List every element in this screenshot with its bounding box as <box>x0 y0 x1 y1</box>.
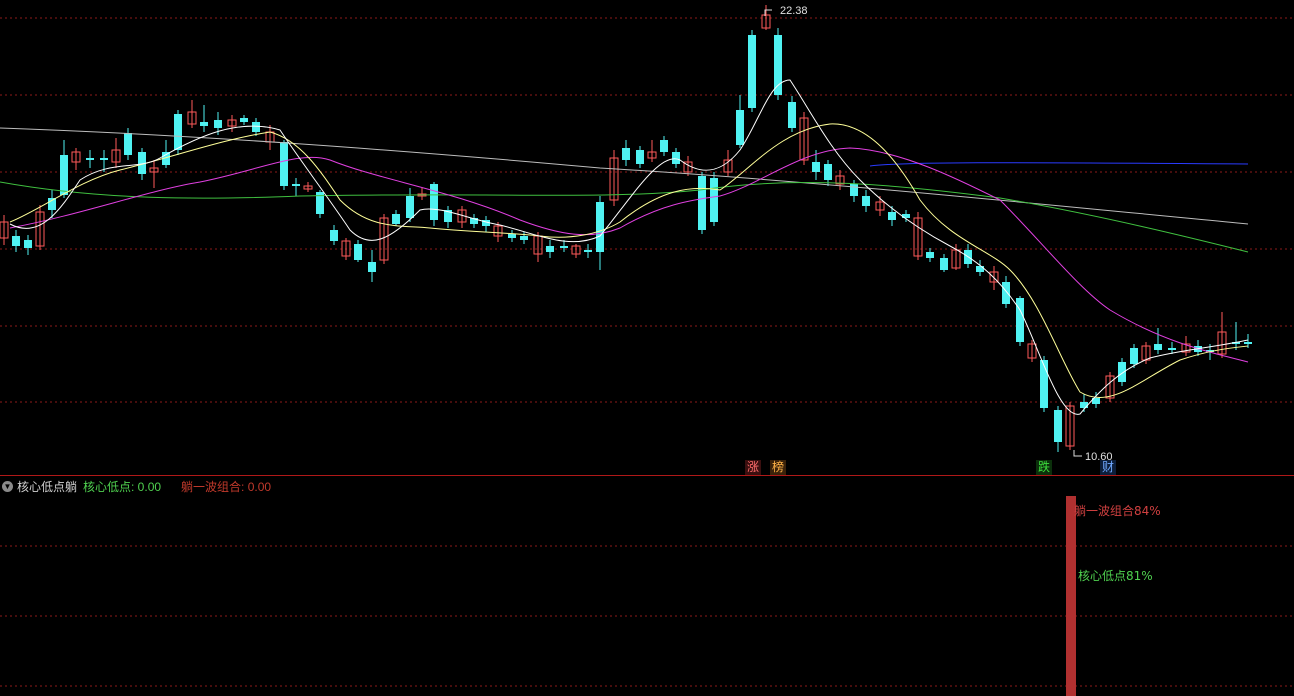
candle-body <box>368 262 376 272</box>
candle-body <box>430 184 438 220</box>
candle-body <box>596 202 604 252</box>
candle-body <box>584 250 592 252</box>
bar-label-combo: 躺一波组合84% <box>1074 504 1161 518</box>
candle-body <box>292 184 300 186</box>
indicator-title[interactable]: 核心低点躺 <box>17 478 77 495</box>
candle-body <box>280 142 288 186</box>
ma5-line <box>9 79 1249 415</box>
candle-body <box>1130 348 1138 364</box>
candle-body <box>124 133 132 155</box>
candle-body <box>788 102 796 128</box>
ma20-line <box>9 147 1249 363</box>
tag-bang[interactable]: 榜 <box>770 460 787 475</box>
candle-body <box>636 150 644 164</box>
indicator-value-combo: 躺一波组合: 0.00 <box>181 479 272 494</box>
candle-body <box>736 110 744 145</box>
candle-body <box>824 164 832 180</box>
candle-body <box>710 178 718 222</box>
candle-body <box>330 230 338 241</box>
candle-body <box>660 140 668 152</box>
candle-body <box>392 214 400 224</box>
candle-body <box>1054 410 1062 442</box>
candle-body <box>12 236 20 246</box>
candle-body <box>1040 360 1048 408</box>
indicator-header: ▼ 核心低点躺 核心低点: 0.00 躺一波组合: 0.00 <box>0 477 271 495</box>
candle-body <box>622 148 630 160</box>
candle-body <box>508 234 516 238</box>
candle-body <box>862 196 870 206</box>
tag-cai[interactable]: 财 <box>1100 460 1117 475</box>
low-marker-line <box>1073 450 1082 457</box>
candle-body <box>940 258 948 270</box>
ma60-line <box>0 181 1249 253</box>
candle-body <box>406 196 414 218</box>
indicator-value-core-low: 核心低点: 0.00 <box>83 479 162 494</box>
candle-body <box>520 236 528 240</box>
candle-body <box>252 122 260 132</box>
candle-body <box>546 246 554 252</box>
candle-body <box>748 35 756 108</box>
candlestick-chart[interactable]: 22.38 10.60 <box>0 0 1294 476</box>
ma250-line <box>869 162 1249 167</box>
candle-body <box>24 240 32 248</box>
candle-body <box>1168 348 1176 350</box>
candle-body <box>560 246 568 248</box>
candle-body <box>1080 402 1088 408</box>
tag-zhang[interactable]: 涨 <box>745 460 762 475</box>
candle-body <box>672 152 680 164</box>
high-price-label: 22.38 <box>780 5 808 17</box>
candle-body <box>1118 362 1126 382</box>
candle-body <box>926 252 934 258</box>
candle-body <box>100 158 108 160</box>
candle-body <box>240 118 248 122</box>
bar-label-core-low: 核心低点81% <box>1078 569 1153 583</box>
candle-body <box>200 122 208 126</box>
candle-body <box>354 244 362 260</box>
candle-body <box>976 266 984 272</box>
candle-body <box>812 162 820 172</box>
candle-body <box>1244 342 1252 344</box>
collapse-chevron-icon[interactable]: ▼ <box>2 480 13 492</box>
candle-body <box>86 158 94 160</box>
candle-body <box>1002 282 1010 304</box>
tag-die[interactable]: 跌 <box>1036 460 1053 475</box>
candle-body <box>1154 344 1162 350</box>
candle-body <box>698 176 706 230</box>
ma10-line <box>9 123 1249 398</box>
moving-averages <box>0 79 1249 415</box>
candles-group <box>0 5 1252 452</box>
indicator-bar <box>1066 496 1076 696</box>
candle-body <box>214 120 222 128</box>
price-marks: 22.38 10.60 <box>764 5 1113 463</box>
candle-body <box>1016 298 1024 342</box>
candle-body <box>174 114 182 150</box>
candle-body <box>888 212 896 220</box>
candle-body <box>850 184 858 196</box>
candle-body <box>60 155 68 195</box>
